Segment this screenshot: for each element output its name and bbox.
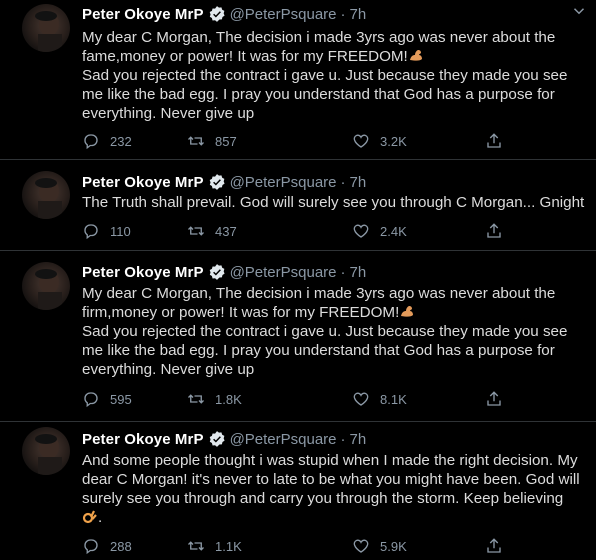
reply-icon — [84, 134, 98, 150]
share-button[interactable] — [485, 131, 513, 151]
tweet-text-part: The Truth shall prevail. God will surely… — [82, 194, 585, 211]
tweet-header: Peter Okoye MrP @PeterPsquare · 7h — [82, 428, 366, 450]
reply-button[interactable]: 595 — [82, 389, 132, 409]
tweet[interactable]: Peter Okoye MrP @PeterPsquare · 7h And s… — [0, 423, 596, 560]
share-icon — [487, 223, 501, 238]
tweet-header: Peter Okoye MrP @PeterPsquare · 7h — [82, 3, 366, 25]
retweet-count: 1.1K — [215, 538, 242, 554]
author-name[interactable]: Peter Okoye MrP — [82, 6, 204, 23]
reply-icon — [84, 392, 98, 408]
reply-button[interactable]: 232 — [82, 131, 132, 151]
avatar[interactable] — [22, 427, 70, 475]
ok-hand-emoji — [82, 508, 98, 524]
retweet-button[interactable]: 857 — [187, 131, 237, 151]
more-options-chevron-icon[interactable] — [570, 2, 588, 20]
tweet-text-part: Sad you rejected the contract i gave u. … — [82, 323, 568, 378]
retweet-count: 857 — [215, 133, 237, 149]
flexed-biceps-emoji — [408, 47, 424, 63]
reply-count: 288 — [110, 538, 132, 554]
share-button[interactable] — [485, 389, 513, 409]
timestamp[interactable]: 7h — [350, 6, 367, 23]
like-count: 3.2K — [380, 133, 407, 149]
like-button[interactable]: 5.9K — [352, 536, 407, 556]
author-handle[interactable]: @PeterPsquare — [230, 174, 337, 191]
author-handle[interactable]: @PeterPsquare — [230, 264, 337, 281]
retweet-icon — [188, 541, 204, 551]
retweet-icon — [188, 136, 204, 146]
verified-badge-icon — [208, 5, 226, 23]
tweet-actions: 110 437 2.4K — [82, 221, 522, 241]
tweet-text: My dear C Morgan, The decision i made 3y… — [82, 284, 588, 379]
heart-icon — [353, 224, 369, 238]
retweet-count: 437 — [215, 223, 237, 239]
timestamp[interactable]: 7h — [350, 264, 367, 281]
tweet[interactable]: Peter Okoye MrP @PeterPsquare · 7h My de… — [0, 252, 596, 422]
heart-icon — [353, 392, 369, 406]
reply-count: 232 — [110, 133, 132, 149]
tweet-header: Peter Okoye MrP @PeterPsquare · 7h — [82, 171, 366, 193]
author-name[interactable]: Peter Okoye MrP — [82, 431, 204, 448]
reply-button[interactable]: 288 — [82, 536, 132, 556]
separator-dot: · — [340, 263, 346, 281]
tweet-actions: 595 1.8K 8.1K — [82, 389, 522, 409]
retweet-count: 1.8K — [215, 391, 242, 407]
tweet-actions: 232 857 3.2K — [82, 131, 522, 151]
share-button[interactable] — [485, 536, 513, 556]
timestamp[interactable]: 7h — [350, 431, 367, 448]
like-button[interactable]: 8.1K — [352, 389, 407, 409]
avatar[interactable] — [22, 4, 70, 52]
avatar[interactable] — [22, 171, 70, 219]
tweet-text: And some people thought i was stupid whe… — [82, 451, 588, 527]
like-count: 5.9K — [380, 538, 407, 554]
share-icon — [487, 391, 501, 406]
separator-dot: · — [340, 430, 346, 448]
share-icon — [487, 133, 501, 148]
tweet-text: The Truth shall prevail. God will surely… — [82, 193, 588, 212]
flexed-biceps-emoji — [399, 303, 415, 319]
tweet-text-part: My dear C Morgan, The decision i made 3y… — [82, 285, 560, 321]
retweet-button[interactable]: 1.8K — [187, 389, 242, 409]
tweet-text-part: . — [98, 509, 103, 526]
reply-button[interactable]: 110 — [82, 221, 131, 241]
tweet-text: My dear C Morgan, The decision i made 3y… — [82, 28, 588, 123]
tweet-feed: Peter Okoye MrP @PeterPsquare · 7h My de… — [0, 0, 596, 560]
tweet-text-part: Sad you rejected the contract i gave u. … — [82, 67, 568, 122]
heart-icon — [353, 134, 369, 148]
heart-icon — [353, 539, 369, 553]
author-handle[interactable]: @PeterPsquare — [230, 431, 337, 448]
reply-icon — [84, 224, 98, 240]
avatar[interactable] — [22, 262, 70, 310]
tweet-text-part: My dear C Morgan, The decision i made 3y… — [82, 29, 560, 65]
retweet-icon — [188, 226, 204, 236]
tweet[interactable]: Peter Okoye MrP @PeterPsquare · 7h My de… — [0, 0, 596, 160]
verified-badge-icon — [208, 263, 226, 281]
tweet-actions: 288 1.1K 5.9K — [82, 536, 522, 556]
retweet-icon — [188, 394, 204, 404]
like-button[interactable]: 3.2K — [352, 131, 407, 151]
reply-icon — [84, 539, 98, 555]
like-count: 8.1K — [380, 391, 407, 407]
separator-dot: · — [340, 173, 346, 191]
like-count: 2.4K — [380, 223, 407, 239]
separator-dot: · — [340, 5, 346, 23]
timestamp[interactable]: 7h — [350, 174, 367, 191]
reply-count: 110 — [110, 223, 131, 239]
author-name[interactable]: Peter Okoye MrP — [82, 264, 204, 281]
tweet-header: Peter Okoye MrP @PeterPsquare · 7h — [82, 261, 366, 283]
tweet[interactable]: Peter Okoye MrP @PeterPsquare · 7h The T… — [0, 161, 596, 251]
reply-count: 595 — [110, 391, 132, 407]
author-name[interactable]: Peter Okoye MrP — [82, 174, 204, 191]
verified-badge-icon — [208, 173, 226, 191]
retweet-button[interactable]: 437 — [187, 221, 237, 241]
like-button[interactable]: 2.4K — [352, 221, 407, 241]
share-icon — [487, 538, 501, 553]
share-button[interactable] — [485, 221, 513, 241]
retweet-button[interactable]: 1.1K — [187, 536, 242, 556]
tweet-text-part: And some people thought i was stupid whe… — [82, 452, 580, 507]
verified-badge-icon — [208, 430, 226, 448]
author-handle[interactable]: @PeterPsquare — [230, 6, 337, 23]
